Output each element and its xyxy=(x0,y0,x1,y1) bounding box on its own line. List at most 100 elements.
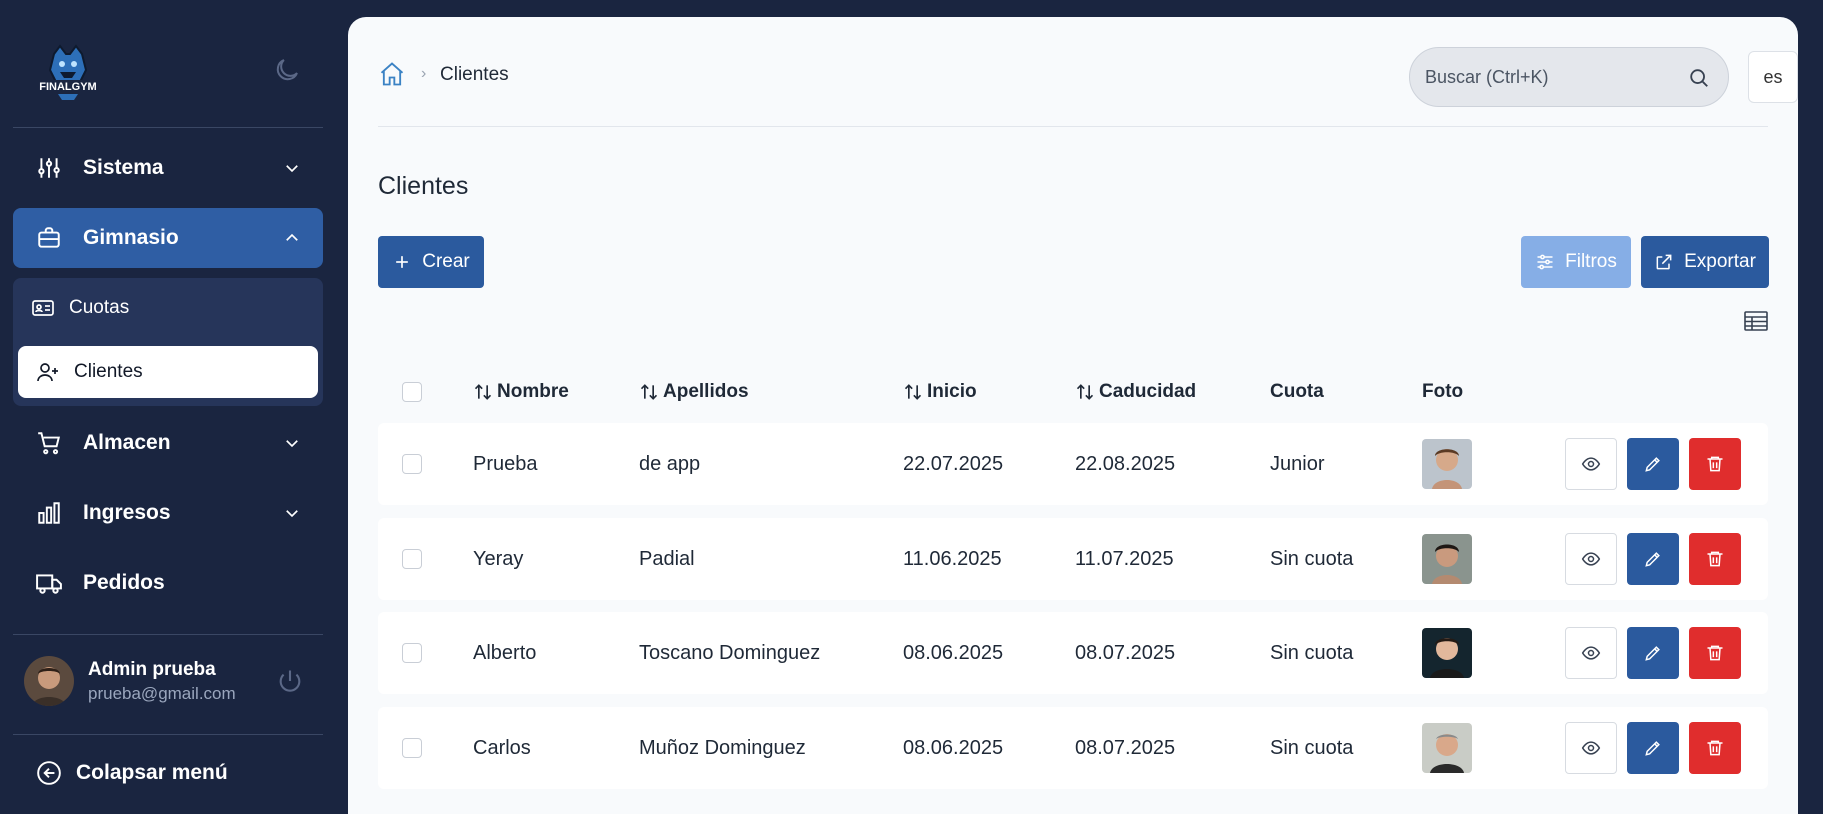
edit-button[interactable] xyxy=(1627,533,1679,585)
arrow-left-circle-icon xyxy=(37,761,61,785)
view-button[interactable] xyxy=(1565,438,1617,490)
trash-icon xyxy=(1707,645,1723,661)
sub-item-clientes[interactable]: Clientes xyxy=(18,346,318,398)
cell-apellidos: Muñoz Dominguez xyxy=(639,736,806,759)
table-row[interactable]: Alberto Toscano Dominguez 08.06.2025 08.… xyxy=(378,612,1768,694)
export-button[interactable]: Exportar xyxy=(1641,236,1769,288)
nav-gimnasio[interactable]: Gimnasio xyxy=(13,208,323,268)
client-photo xyxy=(1422,628,1472,678)
cell-inicio: 11.06.2025 xyxy=(903,547,1002,570)
cell-inicio: 22.07.2025 xyxy=(903,452,1004,475)
filters-button[interactable]: Filtros xyxy=(1521,236,1631,288)
row-checkbox[interactable] xyxy=(402,549,422,569)
cell-apellidos: Toscano Dominguez xyxy=(639,641,821,664)
row-checkbox[interactable] xyxy=(402,738,422,758)
table-row[interactable]: Yeray Padial 11.06.2025 11.07.2025 Sin c… xyxy=(378,518,1768,600)
nav-ingresos[interactable]: Ingresos xyxy=(13,483,323,543)
col-nombre[interactable]: Nombre xyxy=(473,367,569,417)
cell-foto xyxy=(1422,423,1472,505)
nav-label: Sistema xyxy=(83,156,164,179)
chevron-down-icon xyxy=(286,510,298,518)
gym-logo[interactable]: FINALGYM xyxy=(36,40,100,104)
chevron-up-icon xyxy=(286,233,298,241)
divider xyxy=(13,127,323,128)
edit-button[interactable] xyxy=(1627,438,1679,490)
search-icon[interactable] xyxy=(1688,67,1710,89)
home-icon[interactable] xyxy=(378,60,406,88)
external-link-icon xyxy=(1656,254,1672,270)
eye-icon xyxy=(1581,646,1601,660)
search-box[interactable] xyxy=(1409,47,1729,107)
cell-nombre: Alberto xyxy=(473,641,537,664)
edit-button[interactable] xyxy=(1627,627,1679,679)
sidebar: FINALGYM Sistema Gimnasio Cuotas Cliente… xyxy=(0,0,336,814)
row-select-cell xyxy=(402,612,422,694)
column-label: Nombre xyxy=(497,381,569,402)
main-content: › Clientes es Clientes Crear Filtros Exp… xyxy=(348,17,1798,814)
column-label: Foto xyxy=(1422,381,1464,402)
sort-icon xyxy=(640,384,658,400)
eye-icon xyxy=(1581,552,1601,566)
delete-button[interactable] xyxy=(1689,627,1741,679)
view-button[interactable] xyxy=(1565,533,1617,585)
row-checkbox[interactable] xyxy=(402,643,422,663)
col-foto: Foto xyxy=(1422,367,1463,417)
sub-item-cuotas[interactable]: Cuotas xyxy=(13,282,323,334)
cell-inicio: 08.06.2025 xyxy=(903,641,1004,664)
search-input[interactable] xyxy=(1425,66,1675,88)
collapse-label: Colapsar menú xyxy=(76,761,228,784)
power-icon[interactable] xyxy=(276,667,304,695)
export-label: Exportar xyxy=(1684,251,1756,272)
nav-pedidos[interactable]: Pedidos xyxy=(13,553,323,613)
sub-item-label: Cuotas xyxy=(69,297,130,318)
avatar[interactable] xyxy=(24,656,74,706)
select-all-checkbox[interactable] xyxy=(402,382,422,402)
cell-caducidad: 08.07.2025 xyxy=(1075,736,1176,759)
collapse-menu-button[interactable]: Colapsar menú xyxy=(36,760,228,786)
edit-button[interactable] xyxy=(1627,722,1679,774)
cart-icon xyxy=(35,429,63,457)
eye-icon xyxy=(1581,457,1601,471)
sub-item-label: Clientes xyxy=(74,361,143,382)
moon-icon[interactable] xyxy=(272,55,302,85)
cell-caducidad: 08.07.2025 xyxy=(1075,641,1176,664)
table-header: Nombre Apellidos Inicio Caducidad Cuota … xyxy=(378,367,1768,417)
topbar: › Clientes es xyxy=(378,17,1798,127)
bar-chart-icon xyxy=(35,499,63,527)
view-button[interactable] xyxy=(1565,722,1617,774)
briefcase-icon xyxy=(35,224,63,252)
col-inicio[interactable]: Inicio xyxy=(903,367,977,417)
table-row[interactable]: Carlos Muñoz Dominguez 08.06.2025 08.07.… xyxy=(378,707,1768,789)
chevron-down-icon xyxy=(286,440,298,448)
pencil-icon xyxy=(1645,741,1660,756)
column-label: Inicio xyxy=(927,381,977,402)
delete-button[interactable] xyxy=(1689,438,1741,490)
table-row[interactable]: Prueba de app 22.07.2025 22.08.2025 Juni… xyxy=(378,423,1768,505)
nav-almacen[interactable]: Almacen xyxy=(13,413,323,473)
row-checkbox[interactable] xyxy=(402,454,422,474)
create-button[interactable]: Crear xyxy=(378,236,484,288)
view-button[interactable] xyxy=(1565,627,1617,679)
col-caducidad[interactable]: Caducidad xyxy=(1075,367,1196,417)
column-label: Caducidad xyxy=(1099,381,1197,402)
cell-nombre: Carlos xyxy=(473,736,531,759)
plus-icon xyxy=(396,256,409,268)
table-columns-icon[interactable] xyxy=(1744,310,1768,332)
col-apellidos[interactable]: Apellidos xyxy=(639,367,749,417)
cell-caducidad: 11.07.2025 xyxy=(1075,547,1174,570)
delete-button[interactable] xyxy=(1689,722,1741,774)
sort-icon xyxy=(904,384,922,400)
column-label: Cuota xyxy=(1270,381,1324,402)
breadcrumb-separator: › xyxy=(421,65,427,82)
cell-cuota: Junior xyxy=(1270,452,1325,475)
row-select-cell xyxy=(402,423,422,505)
filters-label: Filtros xyxy=(1565,251,1617,272)
language-selector[interactable]: es xyxy=(1748,51,1798,103)
cell-nombre: Yeray xyxy=(473,547,524,570)
user-profile: Admin prueba prueba@gmail.com xyxy=(24,655,314,707)
create-label: Crear xyxy=(422,251,470,272)
column-label: Apellidos xyxy=(663,381,749,402)
nav-sistema[interactable]: Sistema xyxy=(13,138,323,198)
row-select-cell xyxy=(402,518,422,600)
delete-button[interactable] xyxy=(1689,533,1741,585)
